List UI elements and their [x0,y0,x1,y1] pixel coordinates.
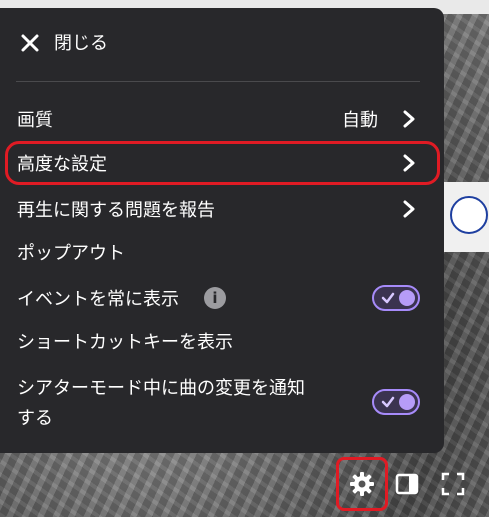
report-playback-label: 再生に関する問題を報告 [17,200,215,221]
gear-icon [350,472,374,496]
fullscreen-icon[interactable] [440,471,466,497]
chevron-right-icon [403,200,415,218]
menu-item-popout[interactable]: ポップアウト [0,237,444,267]
close-menu-button[interactable]: 閉じる [0,26,444,58]
menu-item-always-show-events[interactable]: イベントを常に表示 i [0,283,444,313]
always-show-events-label: イベントを常に表示 [17,289,179,310]
close-label: 閉じる [54,33,108,54]
menu-item-show-shortcuts[interactable]: ショートカットキーを表示 [0,326,444,356]
theater-notify-label-line1: シアターモード中に曲の変更を通知 [17,378,305,399]
sidebar-panel-icon[interactable] [394,471,420,497]
popout-label: ポップアウト [17,243,125,264]
toggle-knob [399,394,415,410]
player-controls [334,455,489,517]
info-icon[interactable]: i [204,287,226,309]
menu-item-quality[interactable]: 画質 自動 [0,104,444,134]
chevron-right-icon [403,110,415,128]
show-shortcuts-label: ショートカットキーを表示 [17,332,233,353]
menu-item-theater-notify[interactable]: シアターモード中に曲の変更を通知 する [0,372,444,432]
check-icon [381,292,395,304]
quality-label: 画質 [17,110,53,131]
close-icon [21,34,39,52]
toggle-knob [399,290,415,306]
divider [16,81,420,82]
annotation-highlight-advanced-settings [5,141,440,185]
settings-menu: 閉じる 画質 自動 高度な設定 再生に関する問題を報告 ポップアウト イベントを… [0,8,444,453]
background-panel [444,182,489,252]
background-logo [450,196,488,234]
menu-item-report-playback[interactable]: 再生に関する問題を報告 [0,194,444,224]
check-icon [381,396,395,408]
settings-button[interactable] [336,457,388,511]
always-show-events-toggle[interactable] [372,285,420,311]
quality-value: 自動 [342,110,378,131]
theater-notify-toggle[interactable] [372,389,420,415]
theater-notify-label-line2: する [17,408,53,429]
